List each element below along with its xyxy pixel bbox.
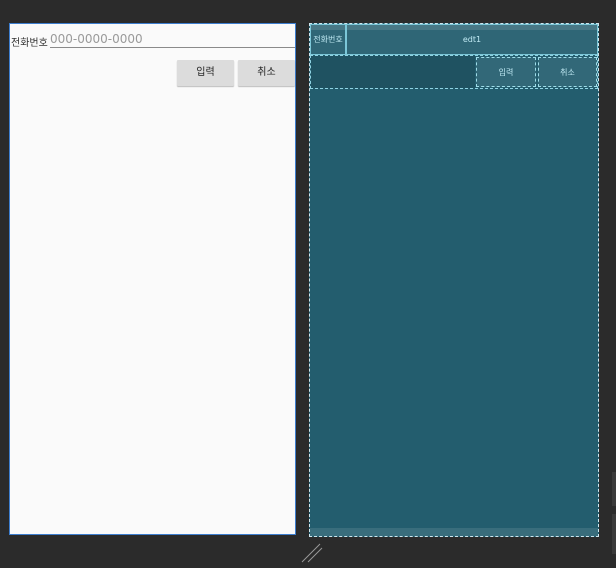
submit-button[interactable]: 입력 [177,60,234,86]
blueprint-preview[interactable]: 전화번호 edt1 입력 취소 [309,23,599,537]
blueprint-submit-button[interactable]: 입력 [476,57,536,87]
resize-handle-icon[interactable] [300,540,324,564]
blueprint-button-row[interactable]: 입력 취소 [310,55,598,89]
side-panel-tab[interactable] [612,514,616,554]
blueprint-spacer [311,56,475,88]
blueprint-phone-label[interactable]: 전화번호 [310,24,346,55]
phone-label: 전화번호 [11,38,48,49]
cancel-button[interactable]: 취소 [238,60,295,86]
blueprint-nav-band [310,528,598,536]
blueprint-phone-input[interactable]: edt1 [346,24,598,55]
phone-input[interactable]: 000-0000-0000 [50,30,295,48]
blueprint-cancel-button[interactable]: 취소 [538,57,597,87]
side-panel-tab[interactable] [612,472,616,506]
design-preview[interactable]: 전화번호 000-0000-0000 입력 취소 [9,23,296,535]
